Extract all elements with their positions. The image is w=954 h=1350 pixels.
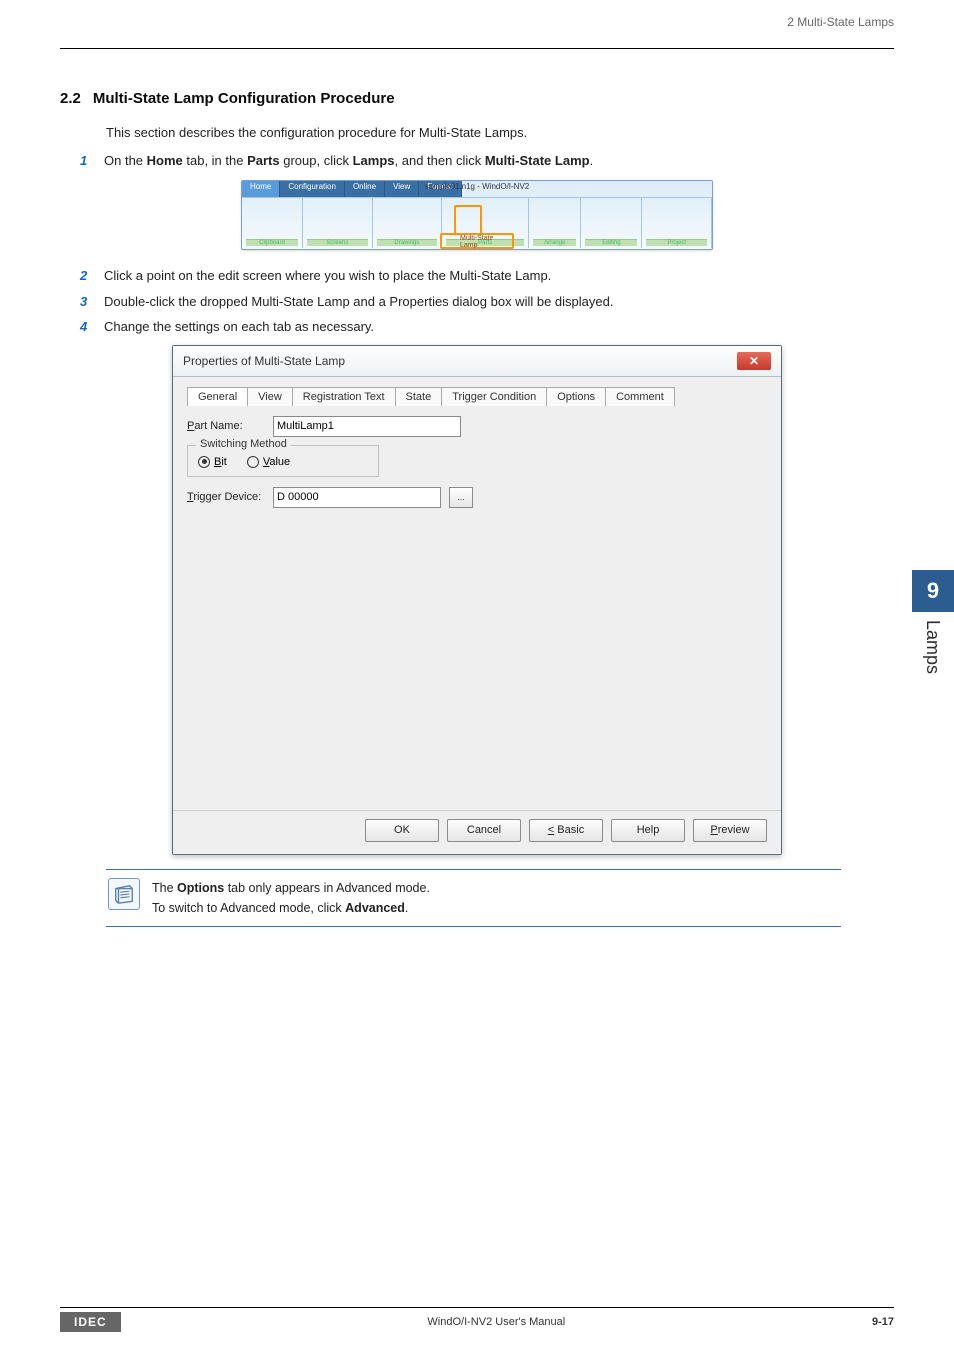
section-heading: 2.2 Multi-State Lamp Configuration Proce… xyxy=(60,90,894,107)
ribbon-group: Arrange xyxy=(529,198,581,248)
part-name-input[interactable] xyxy=(273,416,461,437)
ribbon-screenshot: sample01.n1g - WindO/I-NV2 HomeConfigura… xyxy=(241,180,713,250)
page-footer: IDEC WindO/I-NV2 User's Manual 9-17 xyxy=(60,1307,894,1332)
breadcrumb: 2 Multi-State Lamps xyxy=(787,15,894,29)
ribbon-tab[interactable]: View xyxy=(385,181,419,197)
note-icon xyxy=(108,878,140,910)
help-button[interactable]: Help xyxy=(611,819,685,842)
step-number: 2 xyxy=(80,266,94,286)
switching-method-legend: Switching Method xyxy=(196,438,291,450)
dialog-tab-view[interactable]: View xyxy=(247,387,293,406)
ribbon-group: Editing xyxy=(581,198,642,248)
dialog-tab-registration-text[interactable]: Registration Text xyxy=(292,387,396,406)
note-line-2: To switch to Advanced mode, click Advanc… xyxy=(152,898,430,918)
ribbon-group-label: Screens xyxy=(307,239,368,246)
ribbon-group: Screens xyxy=(303,198,373,248)
dialog-tab-general[interactable]: General xyxy=(187,387,248,406)
step-row: 1 On the Home tab, in the Parts group, cl… xyxy=(80,151,894,171)
step-text: On the Home tab, in the Parts group, cli… xyxy=(104,151,593,171)
ribbon-menu-item: Multi-State Lamp xyxy=(460,235,512,249)
footer-page-number: 9-17 xyxy=(872,1316,894,1328)
section-title-text: Multi-State Lamp Configuration Procedure xyxy=(93,90,395,107)
radio-dot-icon xyxy=(247,456,259,468)
highlight-lamps-button xyxy=(454,205,482,235)
part-name-label: Part Name: xyxy=(187,420,265,432)
ribbon-app-title: sample01.n1g - WindO/I-NV2 xyxy=(425,182,530,191)
step-number: 1 xyxy=(80,151,94,171)
dialog-tab-comment[interactable]: Comment xyxy=(605,387,675,406)
radio-bit[interactable]: Bit xyxy=(198,456,227,468)
step-number: 4 xyxy=(80,317,94,337)
ribbon-tab[interactable]: Online xyxy=(345,181,385,197)
cancel-button[interactable]: Cancel xyxy=(447,819,521,842)
step-row: 4 Change the settings on each tab as nece… xyxy=(80,317,894,337)
close-icon[interactable]: ✕ xyxy=(737,352,771,370)
dialog-tab-options[interactable]: Options xyxy=(546,387,606,406)
intro-text: This section describes the configuration… xyxy=(106,123,894,143)
dialog-tab-state[interactable]: State xyxy=(395,387,443,406)
basic-button[interactable]: < Basic xyxy=(529,819,603,842)
highlight-multistate-menu: Multi-State Lamp xyxy=(440,233,514,249)
ok-button[interactable]: OK xyxy=(365,819,439,842)
ribbon-group-label: Editing xyxy=(585,239,637,246)
radio-dot-icon xyxy=(198,456,210,468)
note-line-1: The Options tab only appears in Advanced… xyxy=(152,878,430,898)
step-text: Click a point on the edit screen where y… xyxy=(104,266,551,286)
ribbon-group-label: Project xyxy=(646,239,707,246)
ribbon-group-label: Drawings xyxy=(377,239,438,246)
radio-value[interactable]: Value xyxy=(247,456,290,468)
trigger-device-input[interactable] xyxy=(273,487,441,508)
step-text: Change the settings on each tab as neces… xyxy=(104,317,374,337)
ribbon-group-label: Arrange xyxy=(533,239,576,246)
step-number: 3 xyxy=(80,292,94,312)
browse-device-button[interactable]: ... xyxy=(449,487,473,508)
ribbon-tab[interactable]: Home xyxy=(242,181,280,197)
switching-method-group: Switching Method Bit Value xyxy=(187,445,379,477)
step-text: Double-click the dropped Multi-State Lam… xyxy=(104,292,613,312)
chapter-label: Lamps xyxy=(922,612,943,674)
ribbon-group: Project xyxy=(642,198,712,248)
note-block: The Options tab only appears in Advanced… xyxy=(106,869,841,927)
preview-button[interactable]: Preview xyxy=(693,819,767,842)
step-row: 2 Click a point on the edit screen where … xyxy=(80,266,894,286)
header-rule xyxy=(60,48,894,49)
side-tab: 9 Lamps xyxy=(912,570,954,674)
footer-logo: IDEC xyxy=(60,1312,121,1332)
section-number: 2.2 xyxy=(60,90,81,107)
ribbon-group-label: Clipboard xyxy=(246,239,298,246)
dialog-title: Properties of Multi-State Lamp xyxy=(183,354,345,368)
properties-dialog: Properties of Multi-State Lamp ✕ General… xyxy=(172,345,782,855)
ribbon-group: Clipboard xyxy=(242,198,303,248)
ribbon-group: Drawings xyxy=(373,198,443,248)
footer-manual-title: WindO/I-NV2 User's Manual xyxy=(427,1316,565,1328)
chapter-number: 9 xyxy=(912,570,954,612)
step-row: 3 Double-click the dropped Multi-State La… xyxy=(80,292,894,312)
dialog-tab-trigger-condition[interactable]: Trigger Condition xyxy=(441,387,547,406)
ribbon-tab[interactable]: Configuration xyxy=(280,181,345,197)
trigger-device-label: Trigger Device: xyxy=(187,491,265,503)
